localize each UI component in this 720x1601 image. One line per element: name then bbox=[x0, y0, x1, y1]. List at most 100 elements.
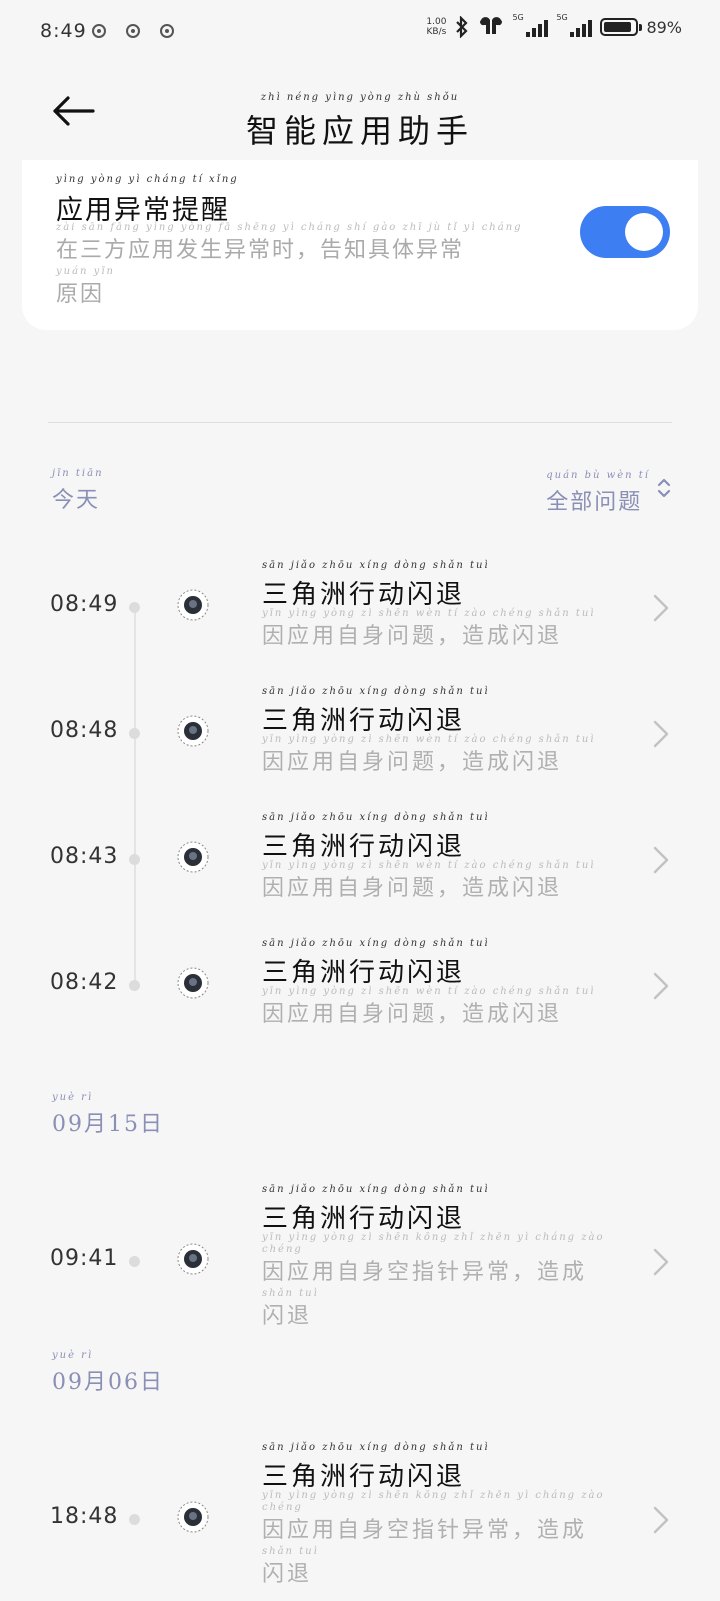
item-reason-pinyin: yīn yìng yòng zì shēn wèn tí zào chéng s… bbox=[262, 860, 596, 871]
signal-strength-2: 5G bbox=[556, 13, 593, 37]
card-desc2-text: 原因 bbox=[56, 282, 105, 307]
item-reason: yīn yìng yòng zì shēn kōng zhǐ zhēn yì c… bbox=[262, 1490, 642, 1590]
exception-alert-toggle[interactable] bbox=[580, 206, 670, 258]
item-reason-pinyin: yīn yìng yòng zì shēn kōng zhǐ zhēn yì c… bbox=[262, 1490, 605, 1513]
exception-list-item[interactable]: 08:42 sān jiǎo zhōu xíng dòng shǎn tuì 三角洲… bbox=[0, 938, 720, 1058]
app-icon bbox=[177, 1243, 209, 1275]
item-reason: yīn yìng yòng zì shēn wèn tí zào chéng s… bbox=[262, 608, 642, 652]
battery-icon bbox=[600, 18, 643, 36]
filter-label: 全部问题 bbox=[546, 490, 643, 515]
item-title-text: 三角洲行动闪退 bbox=[262, 1462, 466, 1492]
item-reason2-pinyin: shǎn tuì bbox=[262, 1288, 319, 1299]
page-title-pinyin: zhì néng yìng yòng zhù shǒu bbox=[260, 92, 460, 103]
notification-dot-icon bbox=[126, 24, 140, 38]
item-reason-pinyin: yīn yìng yòng zì shēn wèn tí zào chéng s… bbox=[262, 986, 596, 997]
item-title-text: 三角洲行动闪退 bbox=[262, 958, 466, 988]
item-title: sān jiǎo zhōu xíng dòng shǎn tuì 三角洲行动闪退 bbox=[262, 938, 490, 989]
app-icon bbox=[177, 1501, 209, 1533]
item-reason: yīn yìng yòng zì shēn wèn tí zào chéng s… bbox=[262, 860, 642, 904]
item-reason-text: 因应用自身问题，造成闪退 bbox=[262, 1002, 563, 1027]
page-title-text: 智能应用助手 bbox=[245, 112, 474, 150]
exception-list-item[interactable]: 18:48 sān jiǎo zhōu xíng dòng shǎn tuì 三角洲… bbox=[0, 1442, 720, 1587]
timeline-dot bbox=[129, 980, 140, 991]
item-reason2-text: 闪退 bbox=[262, 1304, 313, 1329]
signal-strength-1: 5G bbox=[512, 13, 549, 37]
item-time: 09:41 bbox=[50, 1246, 119, 1271]
section-date-label: yuè rì 09月06日 bbox=[52, 1350, 164, 1396]
status-bar: 8:49 1.00 KB/s 5G 5G 89% bbox=[0, 0, 720, 68]
item-time: 08:48 bbox=[50, 718, 119, 743]
chevron-right-icon bbox=[653, 594, 669, 622]
chevron-right-icon bbox=[653, 1248, 669, 1276]
item-title-pinyin: sān jiǎo zhōu xíng dòng shǎn tuì bbox=[262, 938, 490, 949]
item-title-text: 三角洲行动闪退 bbox=[262, 832, 466, 862]
section-label-text: 09月06日 bbox=[52, 1370, 164, 1395]
status-right: 1.00 KB/s 5G 5G 89% bbox=[426, 13, 682, 38]
chevron-right-icon bbox=[653, 972, 669, 1000]
section-label-text: 09月15日 bbox=[52, 1112, 164, 1137]
item-reason-pinyin: yīn yìng yòng zì shēn wèn tí zào chéng s… bbox=[262, 734, 596, 745]
card-desc-text: 在三方应用发生异常时，告知具体异常 bbox=[56, 238, 465, 263]
exception-list-item[interactable]: 08:49 sān jiǎo zhōu xíng dòng shǎn tuì 三角洲… bbox=[0, 560, 720, 680]
network-speed-unit: KB/s bbox=[426, 27, 447, 37]
filter-dropdown[interactable]: quán bù wèn tí 全部问题 bbox=[546, 470, 650, 516]
item-reason-pinyin: yīn yìng yòng zì shēn wèn tí zào chéng s… bbox=[262, 608, 596, 619]
page-title: zhì néng yìng yòng zhù shǒu 智能应用助手 bbox=[0, 92, 720, 152]
signal-tag-1: 5G bbox=[512, 13, 524, 22]
item-title-text: 三角洲行动闪退 bbox=[262, 1204, 466, 1234]
exception-list-item[interactable]: 08:43 sān jiǎo zhōu xíng dòng shǎn tuì 三角洲… bbox=[0, 812, 720, 932]
item-reason2-text: 闪退 bbox=[262, 1562, 313, 1587]
section-date-label: jīn tiān 今天 bbox=[52, 468, 104, 514]
item-time: 08:42 bbox=[50, 970, 119, 995]
item-title: sān jiǎo zhōu xíng dòng shǎn tuì 三角洲行动闪退 bbox=[262, 560, 490, 611]
section-label-pinyin: yuè rì bbox=[52, 1092, 94, 1103]
toggle-knob bbox=[625, 213, 663, 251]
sort-chevrons-icon[interactable] bbox=[656, 476, 672, 500]
item-time: 18:48 bbox=[50, 1504, 119, 1529]
item-reason: yīn yìng yòng zì shēn wèn tí zào chéng s… bbox=[262, 986, 642, 1030]
section-label-pinyin: jīn tiān bbox=[52, 468, 104, 479]
timeline-dot bbox=[129, 1514, 140, 1525]
chevron-right-icon bbox=[653, 720, 669, 748]
item-title: sān jiǎo zhōu xíng dòng shǎn tuì 三角洲行动闪退 bbox=[262, 812, 490, 863]
notification-dot-icon bbox=[92, 24, 106, 38]
section-label-text: 今天 bbox=[52, 488, 101, 513]
timeline-dot bbox=[129, 854, 140, 865]
status-time: 8:49 bbox=[40, 20, 87, 42]
card-title-pinyin: yìng yòng yì cháng tí xǐng bbox=[56, 174, 239, 185]
battery-percent: 89% bbox=[646, 17, 682, 37]
exception-list-item[interactable]: 08:48 sān jiǎo zhōu xíng dòng shǎn tuì 三角洲… bbox=[0, 686, 720, 806]
timeline-dot bbox=[129, 728, 140, 739]
item-reason-text: 因应用自身空指针异常，造成 bbox=[262, 1260, 588, 1285]
bluetooth-icon bbox=[456, 16, 468, 38]
card-title: yìng yòng yì cháng tí xǐng 应用异常提醒 bbox=[56, 174, 239, 227]
card-desc2-pinyin: yuán yīn bbox=[56, 266, 115, 277]
item-title-pinyin: sān jiǎo zhōu xíng dòng shǎn tuì bbox=[262, 560, 490, 571]
item-title: sān jiǎo zhōu xíng dòng shǎn tuì 三角洲行动闪退 bbox=[262, 686, 490, 737]
item-time: 08:43 bbox=[50, 844, 119, 869]
item-title-text: 三角洲行动闪退 bbox=[262, 580, 466, 610]
chevron-right-icon bbox=[653, 1506, 669, 1534]
item-title-pinyin: sān jiǎo zhōu xíng dòng shǎn tuì bbox=[262, 686, 490, 697]
timeline-dot bbox=[129, 1256, 140, 1267]
item-reason2-pinyin: shǎn tuì bbox=[262, 1546, 319, 1557]
chevron-right-icon bbox=[653, 846, 669, 874]
network-speed: 1.00 KB/s bbox=[426, 17, 446, 37]
item-reason-text: 因应用自身问题，造成闪退 bbox=[262, 750, 563, 775]
item-title-pinyin: sān jiǎo zhōu xíng dòng shǎn tuì bbox=[262, 1184, 490, 1195]
item-reason: yīn yìng yòng zì shēn wèn tí zào chéng s… bbox=[262, 734, 642, 778]
card-desc-pinyin: zài sān fāng yìng yòng fā shēng yì cháng… bbox=[56, 222, 523, 233]
notification-dot-icon bbox=[160, 24, 174, 38]
network-speed-value: 1.00 bbox=[426, 17, 447, 27]
earbuds-icon bbox=[480, 17, 503, 34]
exception-list-item[interactable]: 09:41 sān jiǎo zhōu xíng dòng shǎn tuì 三角洲… bbox=[0, 1184, 720, 1329]
section-date-label: yuè rì 09月15日 bbox=[52, 1092, 164, 1138]
app-root: 8:49 1.00 KB/s 5G 5G 89% zhì néng yìng y… bbox=[0, 0, 720, 1601]
timeline-dot bbox=[129, 602, 140, 613]
signal-tag-2: 5G bbox=[556, 13, 568, 22]
divider bbox=[48, 422, 672, 423]
item-title-pinyin: sān jiǎo zhōu xíng dòng shǎn tuì bbox=[262, 812, 490, 823]
notification-icons bbox=[92, 24, 174, 38]
battery-fill bbox=[604, 22, 632, 32]
item-title-text: 三角洲行动闪退 bbox=[262, 706, 466, 736]
